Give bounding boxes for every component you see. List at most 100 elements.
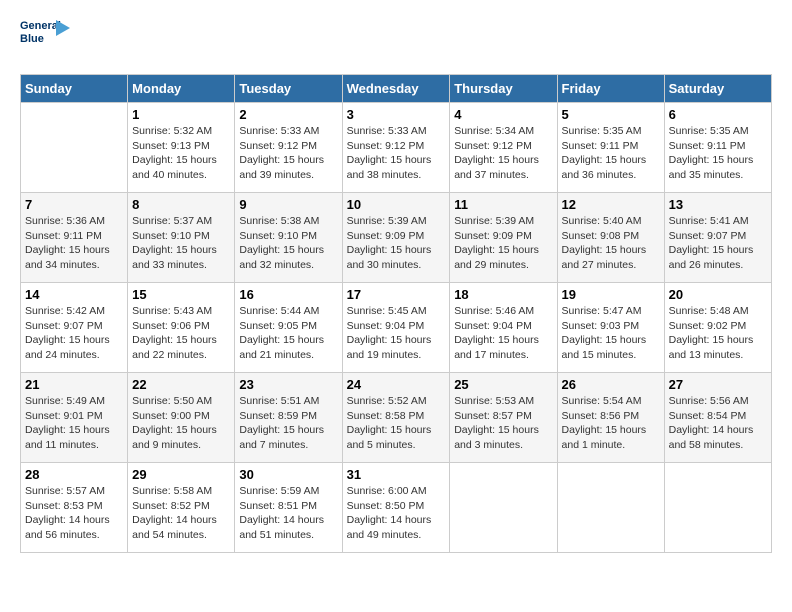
day-info: Sunrise: 5:36 AM Sunset: 9:11 PM Dayligh… <box>25 214 123 273</box>
day-info: Sunrise: 5:50 AM Sunset: 9:00 PM Dayligh… <box>132 394 230 453</box>
day-info: Sunrise: 5:39 AM Sunset: 9:09 PM Dayligh… <box>454 214 552 273</box>
day-number: 5 <box>562 107 660 122</box>
day-number: 14 <box>25 287 123 302</box>
calendar-cell: 24 Sunrise: 5:52 AM Sunset: 8:58 PM Dayli… <box>342 373 450 463</box>
day-info: Sunrise: 5:43 AM Sunset: 9:06 PM Dayligh… <box>132 304 230 363</box>
page-header: GeneralBlue <box>20 20 772 64</box>
day-info: Sunrise: 5:59 AM Sunset: 8:51 PM Dayligh… <box>239 484 337 543</box>
calendar-cell: 19Sunrise: 5:47 AM Sunset: 9:03 PM Dayli… <box>557 283 664 373</box>
day-number: 23 <box>239 377 337 392</box>
day-info: Sunrise: 5:37 AM Sunset: 9:10 PM Dayligh… <box>132 214 230 273</box>
day-number: 28 <box>25 467 123 482</box>
day-number: 12 <box>562 197 660 212</box>
day-info: Sunrise: 5:58 AM Sunset: 8:52 PM Dayligh… <box>132 484 230 543</box>
day-number: 6 <box>669 107 767 122</box>
calendar-cell: 14 Sunrise: 5:42 AM Sunset: 9:07 PM Dayli… <box>21 283 128 373</box>
calendar-cell: 29 Sunrise: 5:58 AM Sunset: 8:52 PM Dayli… <box>128 463 235 553</box>
day-number: 4 <box>454 107 552 122</box>
weekday-header-cell: Saturday <box>664 75 771 103</box>
calendar-week-row: 14 Sunrise: 5:42 AM Sunset: 9:07 PM Dayli… <box>21 283 772 373</box>
day-number: 8 <box>132 197 230 212</box>
day-info: Sunrise: 5:42 AM Sunset: 9:07 PM Dayligh… <box>25 304 123 363</box>
day-info: Sunrise: 5:56 AM Sunset: 8:54 PM Dayligh… <box>669 394 767 453</box>
day-number: 20 <box>669 287 767 302</box>
day-number: 26 <box>562 377 660 392</box>
weekday-header-row: SundayMondayTuesdayWednesdayThursdayFrid… <box>21 75 772 103</box>
calendar-cell <box>664 463 771 553</box>
day-info: Sunrise: 5:35 AM Sunset: 9:11 PM Dayligh… <box>562 124 660 183</box>
day-number: 1 <box>132 107 230 122</box>
calendar-body: 1 Sunrise: 5:32 AM Sunset: 9:13 PM Daylig… <box>21 103 772 553</box>
calendar-cell: 18 Sunrise: 5:46 AM Sunset: 9:04 PM Dayli… <box>450 283 557 373</box>
calendar-week-row: 28 Sunrise: 5:57 AM Sunset: 8:53 PM Dayli… <box>21 463 772 553</box>
calendar-table: SundayMondayTuesdayWednesdayThursdayFrid… <box>20 74 772 553</box>
calendar-cell: 15 Sunrise: 5:43 AM Sunset: 9:06 PM Dayli… <box>128 283 235 373</box>
calendar-cell: 3 Sunrise: 5:33 AM Sunset: 9:12 PM Daylig… <box>342 103 450 193</box>
day-number: 25 <box>454 377 552 392</box>
day-info: Sunrise: 5:33 AM Sunset: 9:12 PM Dayligh… <box>347 124 446 183</box>
day-info: Sunrise: 5:44 AM Sunset: 9:05 PM Dayligh… <box>239 304 337 363</box>
day-info: Sunrise: 5:51 AM Sunset: 8:59 PM Dayligh… <box>239 394 337 453</box>
calendar-cell: 6 Sunrise: 5:35 AM Sunset: 9:11 PM Daylig… <box>664 103 771 193</box>
day-info: Sunrise: 5:53 AM Sunset: 8:57 PM Dayligh… <box>454 394 552 453</box>
day-info: Sunrise: 5:45 AM Sunset: 9:04 PM Dayligh… <box>347 304 446 363</box>
calendar-cell: 31Sunrise: 6:00 AM Sunset: 8:50 PM Dayli… <box>342 463 450 553</box>
calendar-cell: 8 Sunrise: 5:37 AM Sunset: 9:10 PM Daylig… <box>128 193 235 283</box>
day-number: 16 <box>239 287 337 302</box>
calendar-cell: 23 Sunrise: 5:51 AM Sunset: 8:59 PM Dayli… <box>235 373 342 463</box>
day-number: 3 <box>347 107 446 122</box>
calendar-week-row: 21 Sunrise: 5:49 AM Sunset: 9:01 PM Dayli… <box>21 373 772 463</box>
day-number: 21 <box>25 377 123 392</box>
weekday-header-cell: Monday <box>128 75 235 103</box>
calendar-cell: 21 Sunrise: 5:49 AM Sunset: 9:01 PM Dayli… <box>21 373 128 463</box>
calendar-cell: 12Sunrise: 5:40 AM Sunset: 9:08 PM Dayli… <box>557 193 664 283</box>
weekday-header-cell: Wednesday <box>342 75 450 103</box>
day-number: 19 <box>562 287 660 302</box>
calendar-cell: 30Sunrise: 5:59 AM Sunset: 8:51 PM Dayli… <box>235 463 342 553</box>
calendar-cell: 27 Sunrise: 5:56 AM Sunset: 8:54 PM Dayli… <box>664 373 771 463</box>
day-info: Sunrise: 5:38 AM Sunset: 9:10 PM Dayligh… <box>239 214 337 273</box>
day-number: 13 <box>669 197 767 212</box>
calendar-cell <box>21 103 128 193</box>
calendar-cell: 7 Sunrise: 5:36 AM Sunset: 9:11 PM Daylig… <box>21 193 128 283</box>
calendar-cell: 28 Sunrise: 5:57 AM Sunset: 8:53 PM Dayli… <box>21 463 128 553</box>
calendar-cell: 26 Sunrise: 5:54 AM Sunset: 8:56 PM Dayli… <box>557 373 664 463</box>
day-info: Sunrise: 5:52 AM Sunset: 8:58 PM Dayligh… <box>347 394 446 453</box>
calendar-cell <box>557 463 664 553</box>
calendar-cell: 25 Sunrise: 5:53 AM Sunset: 8:57 PM Dayli… <box>450 373 557 463</box>
day-info: Sunrise: 5:49 AM Sunset: 9:01 PM Dayligh… <box>25 394 123 453</box>
day-number: 22 <box>132 377 230 392</box>
day-number: 27 <box>669 377 767 392</box>
calendar-cell: 17Sunrise: 5:45 AM Sunset: 9:04 PM Dayli… <box>342 283 450 373</box>
day-info: Sunrise: 5:35 AM Sunset: 9:11 PM Dayligh… <box>669 124 767 183</box>
calendar-cell: 22 Sunrise: 5:50 AM Sunset: 9:00 PM Dayli… <box>128 373 235 463</box>
calendar-cell: 16 Sunrise: 5:44 AM Sunset: 9:05 PM Dayli… <box>235 283 342 373</box>
calendar-week-row: 7 Sunrise: 5:36 AM Sunset: 9:11 PM Daylig… <box>21 193 772 283</box>
day-number: 7 <box>25 197 123 212</box>
day-number: 2 <box>239 107 337 122</box>
day-info: Sunrise: 5:34 AM Sunset: 9:12 PM Dayligh… <box>454 124 552 183</box>
day-number: 29 <box>132 467 230 482</box>
weekday-header-cell: Friday <box>557 75 664 103</box>
calendar-cell: 4 Sunrise: 5:34 AM Sunset: 9:12 PM Daylig… <box>450 103 557 193</box>
day-info: Sunrise: 5:41 AM Sunset: 9:07 PM Dayligh… <box>669 214 767 273</box>
calendar-cell: 9 Sunrise: 5:38 AM Sunset: 9:10 PM Daylig… <box>235 193 342 283</box>
day-number: 9 <box>239 197 337 212</box>
day-number: 18 <box>454 287 552 302</box>
weekday-header-cell: Thursday <box>450 75 557 103</box>
weekday-header-cell: Sunday <box>21 75 128 103</box>
logo: GeneralBlue <box>20 20 66 64</box>
day-info: Sunrise: 5:46 AM Sunset: 9:04 PM Dayligh… <box>454 304 552 363</box>
day-number: 24 <box>347 377 446 392</box>
day-info: Sunrise: 5:54 AM Sunset: 8:56 PM Dayligh… <box>562 394 660 453</box>
day-number: 15 <box>132 287 230 302</box>
calendar-cell: 5 Sunrise: 5:35 AM Sunset: 9:11 PM Daylig… <box>557 103 664 193</box>
calendar-cell: 11 Sunrise: 5:39 AM Sunset: 9:09 PM Dayli… <box>450 193 557 283</box>
calendar-cell: 10Sunrise: 5:39 AM Sunset: 9:09 PM Dayli… <box>342 193 450 283</box>
day-number: 31 <box>347 467 446 482</box>
day-info: Sunrise: 5:57 AM Sunset: 8:53 PM Dayligh… <box>25 484 123 543</box>
calendar-week-row: 1 Sunrise: 5:32 AM Sunset: 9:13 PM Daylig… <box>21 103 772 193</box>
day-number: 11 <box>454 197 552 212</box>
weekday-header-cell: Tuesday <box>235 75 342 103</box>
day-info: Sunrise: 5:32 AM Sunset: 9:13 PM Dayligh… <box>132 124 230 183</box>
